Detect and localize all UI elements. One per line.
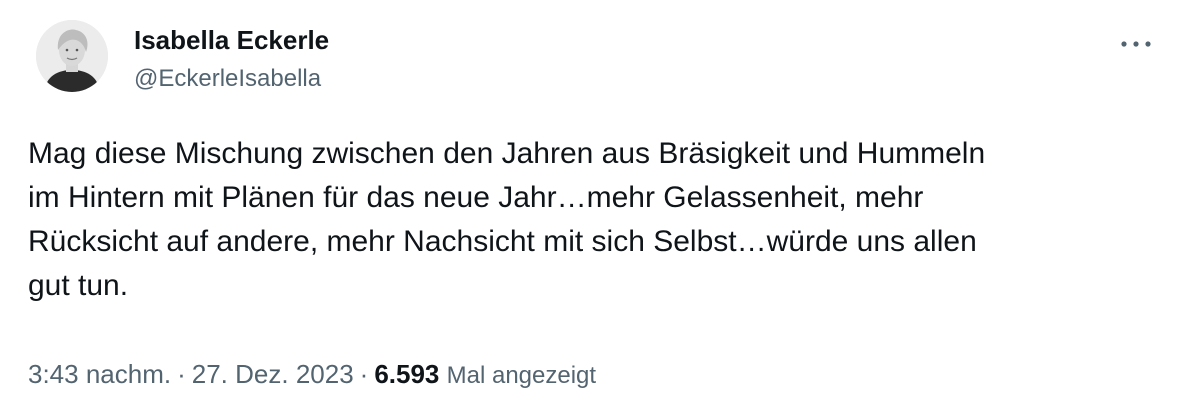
more-options-button[interactable] <box>1116 32 1156 56</box>
tweet-text-line: Rücksicht auf andere, mehr Nachsicht mit… <box>28 225 977 258</box>
tweet-timestamp[interactable]: 3:43 nachm. · 27. Dez. 2023 <box>28 359 354 389</box>
avatar[interactable] <box>36 20 108 92</box>
separator: · <box>359 359 369 389</box>
author-handle[interactable]: @EckerleIsabella <box>134 62 329 96</box>
tweet-card: Isabella Eckerle @EckerleIsabella Mag di… <box>0 0 1188 412</box>
tweet-text: Mag diese Mischung zwischen den Jahren a… <box>28 132 1158 308</box>
more-horizontal-icon <box>1121 41 1151 47</box>
separator: · <box>177 359 186 389</box>
profile-photo-icon <box>36 20 108 92</box>
views-label: Mal angezeigt <box>446 362 597 389</box>
tweet-text-line: gut tun. <box>28 269 129 302</box>
tweet-text-line: im Hintern mit Plänen für das neue Jahr…… <box>28 181 924 214</box>
views-count[interactable]: 6.593 <box>374 359 439 389</box>
tweet-date: 27. Dez. 2023 <box>191 359 354 389</box>
tweet-text-line: Mag diese Mischung zwischen den Jahren a… <box>28 137 986 170</box>
author-display-name[interactable]: Isabella Eckerle <box>134 22 329 58</box>
tweet-header: Isabella Eckerle @EckerleIsabella <box>36 20 1156 110</box>
author-block: Isabella Eckerle @EckerleIsabella <box>134 22 329 96</box>
tweet-time: 3:43 nachm. <box>28 359 172 389</box>
tweet-meta: 3:43 nachm. · 27. Dez. 2023 · 6.593 Mal ange… <box>28 356 596 394</box>
